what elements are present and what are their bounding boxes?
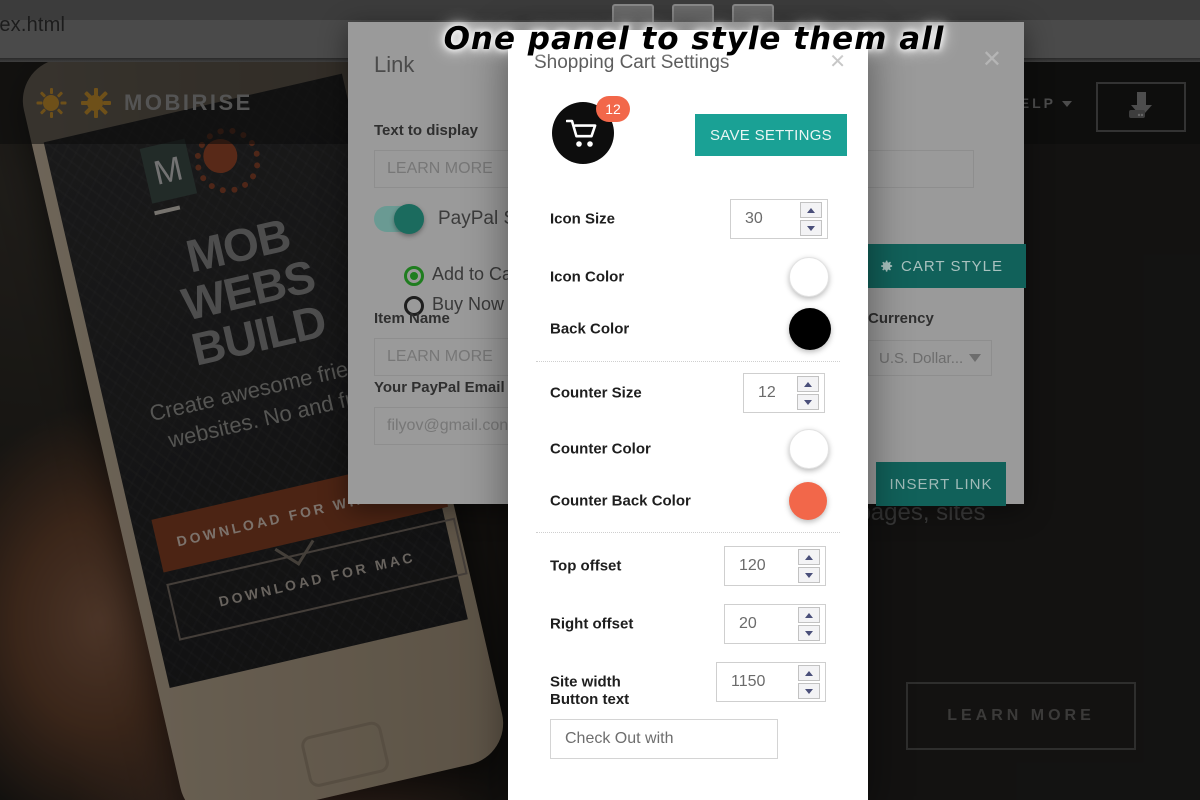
url-label: dex.html [0, 14, 66, 36]
shopping-cart-settings-dialog: Shopping Cart Settings ✕ 12 SAVE SETTING… [508, 30, 868, 800]
row-icon-color: Icon Color [508, 248, 868, 306]
chevron-down-icon [969, 354, 981, 362]
row-label: Counter Back Color [550, 492, 691, 510]
stepper-down-icon[interactable] [798, 567, 820, 583]
cart-badge: 12 [596, 96, 630, 122]
top-offset-stepper[interactable]: 120 [724, 546, 826, 586]
cart-style-button-label: CART STYLE [901, 257, 1003, 275]
cart-style-button[interactable]: CART STYLE [856, 244, 1026, 288]
stepper-buttons[interactable] [800, 202, 822, 236]
row-label: Icon Color [550, 268, 625, 286]
row-label: Counter Color [550, 440, 651, 458]
paypal-shop-toggle[interactable] [374, 204, 424, 234]
row-counter-size: Counter Size 12 [508, 364, 868, 422]
stepper-buttons[interactable] [798, 607, 820, 641]
browser-tab-strip [0, 0, 1200, 22]
site-width-value: 1150 [731, 673, 766, 690]
stepper-buttons[interactable] [797, 376, 819, 410]
row-counter-color: Counter Color [508, 420, 868, 478]
row-top-offset: Top offset 120 [508, 537, 868, 595]
save-settings-button[interactable]: SAVE SETTINGS [695, 114, 847, 156]
currency-label: Currency [868, 310, 934, 327]
stepper-down-icon[interactable] [800, 220, 822, 236]
counter-size-stepper[interactable]: 12 [743, 373, 825, 413]
button-text-label: Button text [550, 691, 630, 708]
back-color-swatch[interactable] [789, 308, 831, 350]
stepper-down-icon[interactable] [798, 683, 820, 699]
currency-select-value: U.S. Dollar... [879, 349, 964, 367]
row-label: Top offset [550, 557, 622, 575]
radio-add-to-cart-label: Add to Car [432, 264, 519, 284]
row-label: Counter Size [550, 384, 642, 402]
stepper-up-icon[interactable] [798, 607, 820, 623]
counter-back-color-swatch[interactable] [789, 482, 827, 520]
link-dialog-title: Link [374, 52, 415, 77]
right-offset-value: 20 [739, 615, 757, 632]
row-right-offset: Right offset 20 [508, 595, 868, 653]
counter-color-swatch[interactable] [789, 429, 829, 469]
button-text-input[interactable]: Check Out with [550, 719, 778, 759]
icon-size-stepper[interactable]: 30 [730, 199, 828, 239]
toggle-knob [394, 204, 424, 234]
radio-add-to-cart[interactable] [404, 266, 424, 286]
top-offset-value: 120 [739, 557, 766, 574]
row-back-color: Back Color [508, 300, 868, 358]
insert-link-button[interactable]: INSERT LINK [876, 462, 1006, 506]
stepper-up-icon[interactable] [797, 376, 819, 392]
icon-size-value: 30 [745, 210, 763, 227]
shopping-cart-icon [566, 119, 597, 147]
stepper-up-icon[interactable] [800, 202, 822, 218]
right-offset-stepper[interactable]: 20 [724, 604, 826, 644]
paypal-email-label: Your PayPal Email [374, 379, 505, 396]
cart-preview: 12 [552, 96, 630, 164]
row-label: Icon Size [550, 210, 616, 228]
stepper-buttons[interactable] [798, 665, 820, 699]
stepper-up-icon[interactable] [798, 549, 820, 565]
stepper-down-icon[interactable] [797, 394, 819, 410]
icon-color-swatch[interactable] [789, 257, 829, 297]
text-to-display-label: Text to display [374, 122, 478, 139]
site-width-stepper[interactable]: 1150 [716, 662, 826, 702]
row-label: Right offset [550, 615, 634, 633]
currency-select[interactable]: U.S. Dollar... [868, 340, 992, 376]
row-label: Site width [550, 673, 621, 691]
stepper-buttons[interactable] [798, 549, 820, 583]
gear-icon [881, 260, 893, 272]
divider [536, 361, 840, 362]
divider [536, 532, 840, 533]
row-counter-back-color: Counter Back Color [508, 472, 868, 530]
close-icon[interactable]: ✕ [982, 48, 1002, 72]
item-name-label: Item Name [374, 310, 450, 327]
row-icon-size: Icon Size 30 [508, 190, 868, 248]
counter-size-value: 12 [758, 384, 776, 401]
row-label: Back Color [550, 320, 630, 338]
stepper-up-icon[interactable] [798, 665, 820, 681]
stepper-down-icon[interactable] [798, 625, 820, 641]
overlay-headline: One panel to style them all [443, 21, 945, 57]
